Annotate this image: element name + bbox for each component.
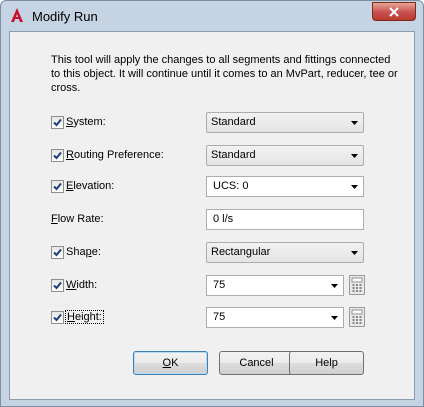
- check-icon: [53, 182, 62, 191]
- shape-label: Shape:: [66, 246, 101, 258]
- help-button[interactable]: Help: [289, 351, 364, 375]
- dialog-body: This tool will apply the changes to all …: [9, 31, 415, 400]
- dialog-window: Modify Run This tool will apply the chan…: [0, 0, 424, 407]
- system-checkbox[interactable]: [51, 116, 64, 129]
- height-calculator-button[interactable]: [349, 307, 365, 327]
- chevron-down-icon: [331, 284, 338, 288]
- check-icon: [53, 118, 62, 127]
- check-icon: [53, 281, 62, 290]
- cancel-button[interactable]: Cancel: [219, 351, 294, 375]
- check-icon: [53, 151, 62, 160]
- chevron-down-icon: [351, 121, 358, 125]
- shape-checkbox[interactable]: [51, 246, 64, 259]
- title-bar[interactable]: Modify Run: [1, 1, 423, 31]
- width-label: Width:: [66, 279, 98, 291]
- width-value: 75: [213, 279, 226, 291]
- shape-row: Shape:: [51, 242, 211, 264]
- elevation-combo[interactable]: UCS: 0: [206, 176, 364, 197]
- height-checkbox[interactable]: [51, 311, 64, 324]
- elevation-value: UCS: 0: [213, 180, 249, 192]
- system-value: Standard: [211, 116, 256, 128]
- check-icon: [53, 313, 62, 322]
- height-row: Height:: [51, 307, 211, 329]
- routing-value: Standard: [211, 149, 256, 161]
- description-text: This tool will apply the changes to all …: [51, 54, 398, 94]
- close-button[interactable]: [372, 2, 416, 21]
- flow-rate-label: Flow Rate:: [51, 213, 104, 225]
- system-dropdown[interactable]: Standard: [206, 112, 364, 133]
- system-label: System:: [66, 116, 106, 128]
- elevation-row: Elevation:: [51, 176, 211, 198]
- width-checkbox[interactable]: [51, 279, 64, 292]
- chevron-down-icon: [351, 251, 358, 255]
- check-icon: [53, 248, 62, 257]
- chevron-down-icon: [331, 316, 338, 320]
- routing-checkbox[interactable]: [51, 149, 64, 162]
- shape-dropdown[interactable]: Rectangular: [206, 242, 364, 263]
- width-row: Width:: [51, 275, 211, 297]
- height-value: 75: [213, 311, 226, 323]
- height-combo[interactable]: 75: [206, 307, 344, 328]
- width-combo[interactable]: 75: [206, 275, 344, 296]
- autocad-a-icon: [11, 8, 23, 22]
- window-title: Modify Run: [32, 9, 98, 24]
- flow-rate-input[interactable]: 0 l/s: [206, 209, 364, 230]
- elevation-label: Elevation:: [66, 180, 115, 192]
- calculator-icon: [351, 277, 363, 292]
- elevation-checkbox[interactable]: [51, 180, 64, 193]
- chevron-down-icon: [351, 154, 358, 158]
- calculator-icon: [351, 309, 363, 324]
- routing-row: Routing Preference:: [51, 145, 211, 167]
- routing-label: Routing Preference:: [66, 149, 164, 161]
- close-icon: [389, 6, 399, 17]
- flow-rate-value: 0 l/s: [213, 213, 234, 225]
- height-label: Height:: [65, 310, 104, 324]
- chevron-down-icon: [351, 185, 358, 189]
- width-calculator-button[interactable]: [349, 275, 365, 295]
- routing-dropdown[interactable]: Standard: [206, 145, 364, 166]
- shape-value: Rectangular: [211, 246, 271, 258]
- flow-rate-row: Flow Rate:: [51, 209, 211, 231]
- ok-button[interactable]: OK: [133, 351, 208, 375]
